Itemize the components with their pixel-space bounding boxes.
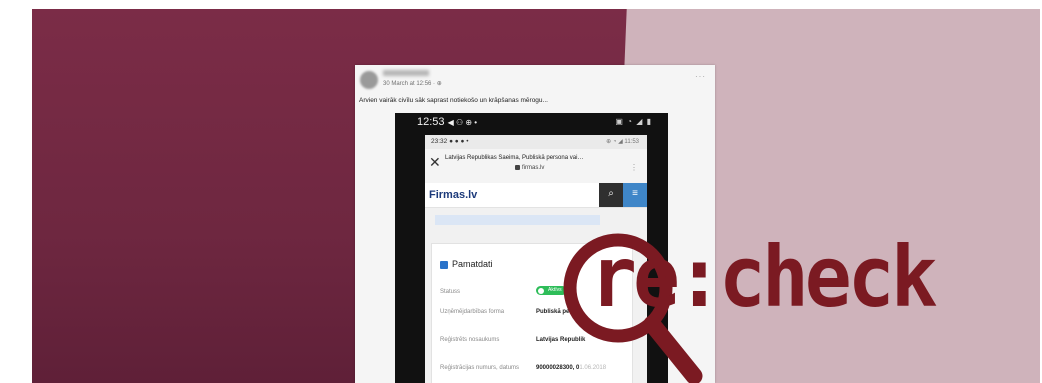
row-label-regnum: Reģistrācijas numurs, datums (440, 365, 520, 371)
author-name-blurred[interactable] (383, 70, 429, 76)
search-icon: ⌕ (608, 188, 614, 199)
browser-toolbar: ✕ Latvijas Republikas Saeima, Publiskā p… (425, 149, 647, 184)
post-timestamp: 30 March at 12:56 · ⊕ (383, 81, 442, 87)
section-title: Pamatdati (452, 259, 493, 269)
check-icon (538, 287, 544, 294)
row-label-form: Uzņēmējdarbības forma (440, 309, 505, 315)
row-label-status: Statuss (440, 289, 461, 295)
inner-status-bar: 23:32 ● ● ● • ⊕ ◔ ◢ 11:53 (425, 135, 647, 149)
post-text: Arvien vairāk civīlu sāk saprast notieko… (359, 97, 548, 104)
content-placeholder-strip (435, 215, 600, 225)
inner-status-icons: ⊕ ◔ ◢ 11:53 (606, 139, 639, 145)
menu-button[interactable]: ≡ (623, 183, 647, 207)
inner-clock: 23:32 ● ● ● • (431, 138, 469, 145)
post-more-options-icon[interactable]: ··· (695, 72, 706, 81)
recheck-logo: re:check (590, 229, 938, 327)
search-button[interactable]: ⌕ (599, 183, 623, 207)
page-url: firmas.lv (515, 165, 544, 171)
phone-status-bar: 12:53 ◀ ⚇ ⊕ • ▣ ◔ ◢ ▮ (395, 113, 668, 131)
page-title: Latvijas Republikas Saeima, Publiskā per… (445, 155, 584, 161)
site-navbar: Firmas.lv ⌕ ≡ (425, 183, 647, 208)
avatar[interactable] (360, 71, 378, 89)
section-icon (440, 261, 448, 269)
phone-status-icons: ▣ ◔ ◢ ▮ (615, 117, 652, 126)
hamburger-icon: ≡ (632, 188, 638, 199)
site-logo[interactable]: Firmas.lv (429, 189, 477, 201)
screenshot-stage: 30 March at 12:56 · ⊕ ··· Arvien vairāk … (0, 0, 1042, 383)
browser-menu-icon[interactable]: ⋮ (630, 163, 639, 172)
phone-clock: 12:53 ◀ ⚇ ⊕ • (417, 116, 478, 128)
lock-icon (515, 165, 520, 170)
row-label-name: Reģistrēts nosaukums (440, 337, 500, 343)
close-icon[interactable]: ✕ (429, 154, 441, 171)
